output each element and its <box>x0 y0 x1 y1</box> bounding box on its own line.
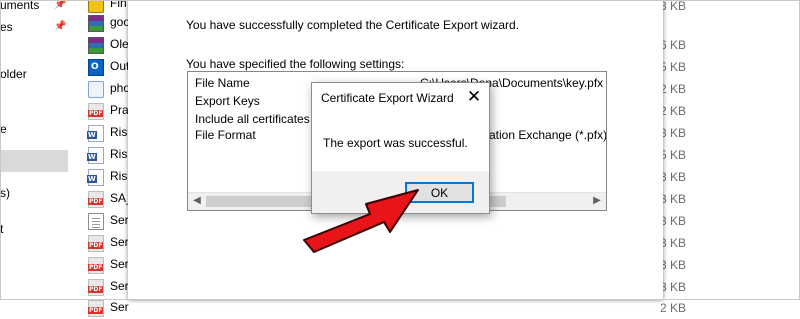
file-name: Ole <box>110 37 129 51</box>
list-item[interactable]: PDF SA_ <box>80 188 133 210</box>
dialog-message: The export was successful. <box>323 136 468 150</box>
size-cell: 3 KB <box>660 126 687 140</box>
setting-name: Include all certificates in <box>195 112 323 126</box>
setting-value: mation Exchange (*.pfx) <box>479 128 607 142</box>
pdf-icon: PDF <box>88 279 104 296</box>
nav-item-label: s) <box>0 186 10 200</box>
file-name: Out <box>110 59 130 73</box>
list-item[interactable]: Ole <box>80 34 130 56</box>
word-badge: W <box>87 153 97 161</box>
list-item[interactable]: PDF Ser <box>80 254 130 276</box>
size-cell: 5 KB <box>660 60 687 74</box>
size-cell: 3 KB <box>660 258 687 272</box>
pdf-badge: PDF <box>88 198 104 205</box>
nav-item-label: es <box>0 20 13 34</box>
size-cell: 5 KB <box>660 148 687 162</box>
word-icon: W <box>87 169 104 186</box>
pin-icon: 📌 <box>54 0 67 10</box>
size-cell: 2 KB <box>660 82 687 96</box>
word-badge: W <box>87 175 97 183</box>
list-item[interactable]: PDF Ser <box>80 276 130 298</box>
pin-icon: 📌 <box>54 21 67 32</box>
nav-item-selected[interactable] <box>0 150 68 172</box>
nav-item-label: t <box>0 222 4 236</box>
nav-item-blank[interactable] <box>0 90 68 112</box>
word-icon: W <box>87 125 104 142</box>
list-item[interactable]: PDF Ser <box>80 232 130 254</box>
list-item[interactable]: goo <box>80 12 130 34</box>
red-arrow-icon <box>303 189 419 253</box>
pdf-badge: PDF <box>88 307 104 314</box>
nav-item-label: uments <box>0 0 40 12</box>
list-item[interactable]: PDF Ser <box>80 297 130 319</box>
pdf-icon: PDF <box>88 300 104 317</box>
size-cell: 6 KB <box>660 38 687 52</box>
word-icon: W <box>87 147 104 164</box>
pdf-icon: PDF <box>88 257 104 274</box>
outlook-badge: O <box>91 62 99 72</box>
pdf-badge: PDF <box>88 110 104 117</box>
pdf-icon: PDF <box>88 235 104 252</box>
file-name: Ser <box>110 300 129 314</box>
size-cell: 3 KB <box>660 0 687 13</box>
list-item[interactable]: O Out <box>80 56 130 78</box>
dialog-body: The export was successful. <box>312 113 489 171</box>
size-cell: 3 KB <box>660 170 687 184</box>
nav-item-drive[interactable]: s) <box>0 182 68 204</box>
list-item[interactable]: W Risk <box>80 122 133 144</box>
file-name: Ser <box>110 279 129 293</box>
pdf-icon: PDF <box>88 103 104 120</box>
list-item[interactable]: W Risk <box>80 144 133 166</box>
outlook-icon: O <box>88 59 104 76</box>
pdf-badge: PDF <box>88 242 104 249</box>
dialog-titlebar[interactable]: Certificate Export Wizard ✕ <box>312 83 489 113</box>
size-cell: 2 KB <box>660 301 687 315</box>
settings-label: You have specified the following setting… <box>186 57 405 71</box>
size-cell: 8 KB <box>660 280 687 294</box>
size-cell: 3 KB <box>660 214 687 228</box>
nav-item-e[interactable]: e <box>0 118 68 140</box>
pdf-icon: PDF <box>88 191 104 208</box>
file-name: Pra <box>110 103 129 117</box>
pdf-badge: PDF <box>88 264 104 271</box>
list-item[interactable]: pho <box>80 78 130 100</box>
setting-name: File Name <box>195 76 250 90</box>
list-item[interactable]: Ser <box>80 210 130 232</box>
nav-item-label: older <box>0 67 27 81</box>
nav-item-network[interactable]: t <box>0 218 68 240</box>
dialog-title: Certificate Export Wizard <box>321 91 454 105</box>
file-list: Fin goo Ole O Out pho PDF Pra W Risk W R… <box>80 0 133 317</box>
navigation-pane: uments 📌 es 📌 older e s) t <box>0 0 70 300</box>
file-name: Ser <box>110 213 129 227</box>
winrar-icon <box>88 15 104 32</box>
size-cell: 3 KB <box>660 192 687 206</box>
size-column: 3 KB 6 KB 5 KB 2 KB 2 KB 3 KB 5 KB 3 KB … <box>660 0 800 315</box>
size-cell: 2 KB <box>660 104 687 118</box>
word-badge: W <box>87 131 97 139</box>
file-name: Ser <box>110 257 129 271</box>
winrar-icon <box>88 37 104 54</box>
close-icon[interactable]: ✕ <box>459 83 489 113</box>
setting-name: File Format <box>195 128 256 142</box>
arrow-shape <box>303 189 419 253</box>
nav-item-label: e <box>0 122 7 136</box>
scroll-right-icon[interactable]: ▶ <box>591 194 603 208</box>
nav-item-folder[interactable]: older <box>0 63 68 85</box>
file-name: Fin <box>110 0 127 10</box>
nav-item-blank[interactable] <box>0 38 68 60</box>
setting-name: Export Keys <box>195 94 260 108</box>
photo-icon <box>88 81 104 98</box>
list-item[interactable]: PDF Pra <box>80 100 130 122</box>
size-cell: 3 KB <box>660 236 687 250</box>
file-name: Ser <box>110 235 129 249</box>
pdf-badge: PDF <box>88 286 104 293</box>
completion-message: You have successfully completed the Cert… <box>186 18 520 32</box>
scroll-left-icon[interactable]: ◀ <box>191 194 203 208</box>
list-item[interactable]: W Risk <box>80 166 133 188</box>
document-icon <box>88 213 104 230</box>
